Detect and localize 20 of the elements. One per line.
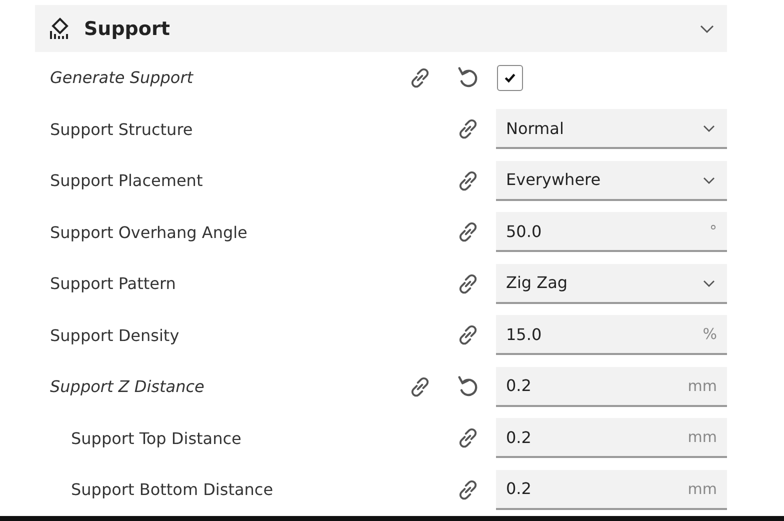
input-field[interactable]: 0.2 mm	[496, 366, 727, 407]
input-field[interactable]: 15.0 %	[496, 315, 727, 356]
section-header[interactable]: Support	[35, 5, 727, 52]
dropdown[interactable]: Zig Zag	[496, 264, 727, 304]
dropdown[interactable]: Normal	[496, 109, 727, 150]
setting-label: Support Top Distance	[70, 428, 242, 448]
setting-label: Support Pattern	[50, 274, 177, 294]
setting-label: Support Placement	[50, 171, 204, 190]
dropdown[interactable]: Everywhere	[496, 160, 727, 201]
setting-label: Support Structure	[50, 120, 194, 139]
checkbox[interactable]	[497, 64, 523, 91]
input-field[interactable]: 0.2 mm	[496, 418, 727, 458]
setting-label: Support Overhang Angle	[50, 222, 248, 242]
setting-label: Generate Support	[50, 68, 194, 88]
section-title: Support	[84, 18, 171, 40]
setting-label: Support Z Distance	[50, 377, 206, 396]
input-field[interactable]: 0.2 mm	[496, 470, 727, 510]
setting-label: Support Bottom Distance	[70, 480, 274, 500]
setting-label: Support Density	[50, 326, 180, 345]
input-field[interactable]: 50.0 °	[496, 212, 727, 252]
